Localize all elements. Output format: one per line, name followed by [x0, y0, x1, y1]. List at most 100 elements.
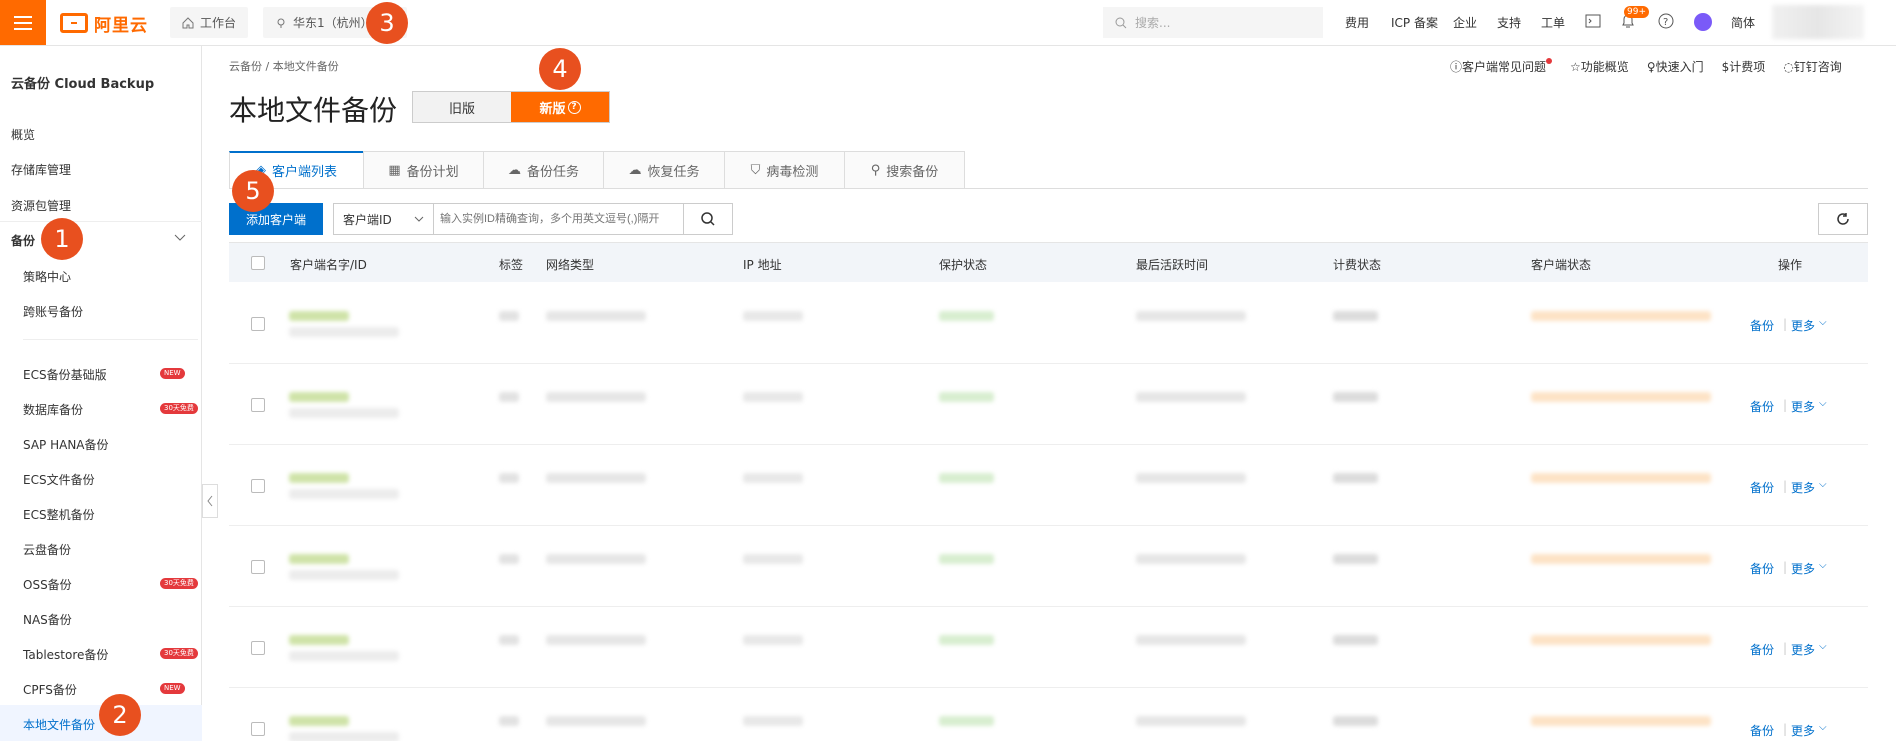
tab-2[interactable]: ☁ 备份任务: [483, 151, 604, 188]
workbench-button[interactable]: 工作台: [170, 7, 249, 38]
new-version-button[interactable]: 新版?: [511, 92, 609, 122]
nav-enterprise[interactable]: 企业: [1453, 14, 1477, 31]
help-links: ⓘ客户端常见问题 ☆功能概览 ♀快速入门 $计费项 ◌钉钉咨询: [1450, 58, 1842, 75]
location-icon: [277, 18, 285, 28]
sidebar-tag-badge: 30天免费: [160, 403, 198, 414]
sidebar-item-policy[interactable]: 策略中心: [23, 268, 71, 285]
blurred-cell: [1136, 311, 1246, 321]
refresh-button[interactable]: [1818, 203, 1868, 235]
blurred-cell: [546, 392, 646, 402]
separator: |: [1783, 641, 1788, 655]
blurred-cell: [289, 392, 349, 402]
language-switch[interactable]: 简体: [1731, 14, 1755, 31]
sidebar-tag-badge: NEW: [160, 368, 185, 379]
help-icon[interactable]: ?: [1658, 13, 1674, 29]
link-faq-label: 客户端常见问题: [1462, 60, 1547, 74]
blurred-cell: [1333, 554, 1378, 564]
aliyun-logo[interactable]: 阿里云: [60, 11, 148, 36]
row-more-link[interactable]: 更多: [1791, 479, 1815, 496]
link-quickstart-label: 快速入门: [1655, 60, 1704, 74]
terminal-icon[interactable]: [1585, 14, 1601, 28]
tab-1[interactable]: ▦ 备份计划: [363, 151, 484, 188]
sidebar-item-5[interactable]: 云盘备份: [23, 541, 71, 558]
row-more-link[interactable]: 更多: [1791, 317, 1815, 334]
blurred-cell: [289, 408, 399, 418]
nav-icp[interactable]: ICP 备案: [1391, 14, 1438, 31]
blurred-cell: [1136, 473, 1246, 483]
search-button[interactable]: [683, 203, 733, 235]
filter-select[interactable]: 客户端ID: [333, 203, 434, 235]
nav-support[interactable]: 支持: [1497, 14, 1521, 31]
row-backup-link[interactable]: 备份: [1750, 560, 1774, 577]
sidebar-item-4[interactable]: ECS整机备份: [23, 506, 95, 523]
chevron-down-icon[interactable]: [174, 234, 186, 242]
breadcrumb[interactable]: 云备份 / 本地文件备份: [229, 58, 339, 74]
link-quickstart[interactable]: ♀快速入门: [1647, 58, 1704, 75]
sidebar-item-9[interactable]: CPFS备份: [23, 681, 77, 698]
notification-badge: 99+: [1624, 6, 1649, 18]
divider: [0, 221, 202, 222]
select-all-checkbox[interactable]: [251, 256, 265, 270]
blurred-cell: [289, 570, 399, 580]
table-row: 备份 | 更多 ⌵: [229, 283, 1868, 364]
link-dingtalk-label: 钉钉咨询: [1793, 60, 1842, 74]
chevron-down-icon: ⌵: [1819, 317, 1827, 328]
row-checkbox[interactable]: [251, 398, 265, 412]
separator: |: [1783, 479, 1788, 493]
link-dingtalk[interactable]: ◌钉钉咨询: [1783, 58, 1842, 75]
sidebar-item-overview[interactable]: 概览: [11, 126, 35, 143]
sidebar-item-0[interactable]: ECS备份基础版: [23, 366, 107, 383]
row-more-link[interactable]: 更多: [1791, 398, 1815, 415]
sidebar-group-backup[interactable]: 备份: [11, 232, 35, 249]
tab-5[interactable]: ⚲ 搜索备份: [844, 151, 965, 188]
row-backup-link[interactable]: 备份: [1750, 641, 1774, 658]
nav-ticket[interactable]: 工单: [1541, 14, 1565, 31]
sidebar-item-2[interactable]: SAP HANA备份: [23, 436, 109, 453]
row-checkbox[interactable]: [251, 479, 265, 493]
tab-icon: ⚲: [870, 162, 881, 178]
sidebar-item-1[interactable]: 数据库备份: [23, 401, 83, 418]
app-icon[interactable]: [1694, 13, 1712, 31]
chevron-down-icon: ⌵: [1819, 560, 1827, 571]
row-more-link[interactable]: 更多: [1791, 641, 1815, 658]
tab-3[interactable]: ☁ 恢复任务: [603, 151, 725, 188]
row-checkbox[interactable]: [251, 641, 265, 655]
row-checkbox[interactable]: [251, 722, 265, 736]
search-input[interactable]: [433, 203, 684, 235]
blurred-cell: [289, 311, 349, 321]
nav-cost[interactable]: 费用: [1345, 14, 1369, 31]
row-more-link[interactable]: 更多: [1791, 722, 1815, 739]
sidebar-item-10[interactable]: 本地文件备份: [23, 716, 95, 733]
page-title: 本地文件备份: [229, 94, 398, 127]
user-avatar[interactable]: [1772, 5, 1864, 39]
blurred-cell: [939, 311, 994, 321]
row-backup-link[interactable]: 备份: [1750, 398, 1774, 415]
tab-4[interactable]: ⛉ 病毒检测: [724, 151, 845, 188]
link-billing[interactable]: $计费项: [1722, 58, 1766, 75]
tab-icon: ⛉: [750, 162, 761, 178]
blurred-cell: [1531, 554, 1711, 564]
sidebar-item-3[interactable]: ECS文件备份: [23, 471, 95, 488]
column-header: 网络类型: [546, 258, 595, 272]
row-backup-link[interactable]: 备份: [1750, 317, 1774, 334]
help-icon: ?: [567, 100, 581, 114]
link-overview[interactable]: ☆功能概览: [1570, 58, 1629, 75]
version-switch[interactable]: 旧版 新版?: [412, 91, 610, 123]
sidebar-item-cross-account[interactable]: 跨账号备份: [23, 303, 83, 320]
sidebar-item-package[interactable]: 资源包管理: [11, 197, 71, 214]
link-faq[interactable]: ⓘ客户端常见问题: [1450, 58, 1553, 75]
sidebar-item-7[interactable]: NAS备份: [23, 611, 72, 628]
row-backup-link[interactable]: 备份: [1750, 479, 1774, 496]
old-version-button[interactable]: 旧版: [413, 92, 511, 122]
menu-icon[interactable]: [0, 0, 46, 45]
sidebar-item-8[interactable]: Tablestore备份: [23, 646, 108, 663]
sidebar-item-vault[interactable]: 存储库管理: [11, 161, 71, 178]
separator: |: [1783, 398, 1788, 412]
sidebar-item-6[interactable]: OSS备份: [23, 576, 72, 593]
row-backup-link[interactable]: 备份: [1750, 722, 1774, 739]
collapse-sidebar-button[interactable]: [202, 484, 218, 518]
row-checkbox[interactable]: [251, 560, 265, 574]
global-search-input[interactable]: 搜索...: [1103, 7, 1323, 38]
row-checkbox[interactable]: [251, 317, 265, 331]
row-more-link[interactable]: 更多: [1791, 560, 1815, 577]
